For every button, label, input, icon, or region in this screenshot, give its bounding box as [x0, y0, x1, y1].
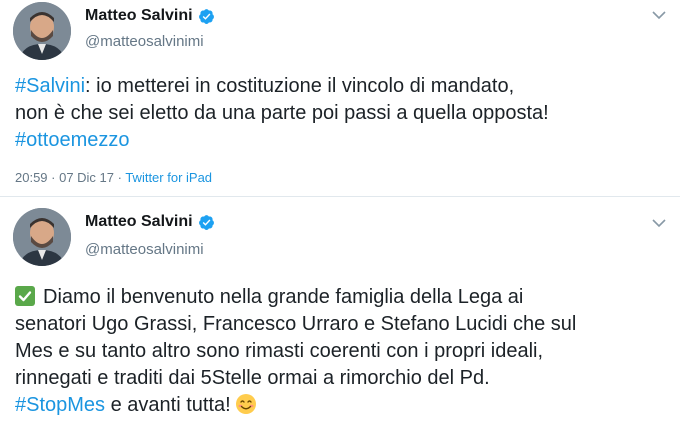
display-name[interactable]: Matteo Salvini [85, 7, 193, 25]
tweet-1: Matteo Salvini @matteosalvinimi #Salvini… [0, 0, 680, 196]
text-line: Mes e su tanto altro sono rimasti coeren… [15, 340, 544, 362]
chevron-down-icon[interactable] [652, 218, 666, 228]
hashtag-link[interactable]: #StopMes [15, 394, 105, 416]
verified-badge-icon [198, 214, 214, 230]
tweet-text: #Salvini: io metterei in costituzione il… [15, 73, 670, 154]
text-line: Diamo il benvenuto nella grande famiglia… [15, 284, 670, 311]
text-line: #ottoemezzo [15, 127, 670, 154]
timestamp[interactable]: 20:59 · 07 Dic 17 · [15, 170, 125, 185]
text-line: #Salvini: io metterei in costituzione il… [15, 73, 670, 100]
avatar[interactable] [13, 208, 71, 266]
source-link[interactable]: Twitter for iPad [125, 170, 212, 185]
text-line: rinnegati e traditi dai 5Stelle ormai a … [15, 367, 490, 389]
text-line: non è che sei eletto da una parte poi pa… [15, 102, 549, 124]
smiling-face-icon [235, 394, 256, 414]
handle[interactable]: @matteosalvinimi [85, 241, 204, 258]
hashtag-link[interactable]: #Salvini [15, 75, 85, 97]
chevron-down-icon[interactable] [652, 10, 666, 20]
author-row: Matteo Salvini [85, 213, 215, 231]
check-mark-button-icon [15, 286, 35, 306]
tweet-meta: 20:59 · 07 Dic 17 · Twitter for iPad [15, 170, 212, 185]
avatar[interactable] [13, 2, 71, 60]
verified-badge-icon [198, 8, 214, 24]
handle[interactable]: @matteosalvinimi [85, 33, 204, 50]
author-row: Matteo Salvini [85, 7, 215, 25]
text-line: #StopMes e avanti tutta! [15, 392, 670, 419]
text-span: : io metterei in costituzione il vincolo… [85, 75, 515, 97]
hashtag-link[interactable]: #ottoemezzo [15, 129, 130, 151]
text-line: senatori Ugo Grassi, Francesco Urraro e … [15, 313, 577, 335]
tweet-2: Matteo Salvini @matteosalvinimi Diamo il… [0, 196, 680, 442]
tweet-text: Diamo il benvenuto nella grande famiglia… [15, 284, 670, 419]
text-span: e avanti tutta! [105, 394, 231, 416]
text-span: Diamo il benvenuto nella grande famiglia… [43, 286, 524, 308]
display-name[interactable]: Matteo Salvini [85, 213, 193, 231]
